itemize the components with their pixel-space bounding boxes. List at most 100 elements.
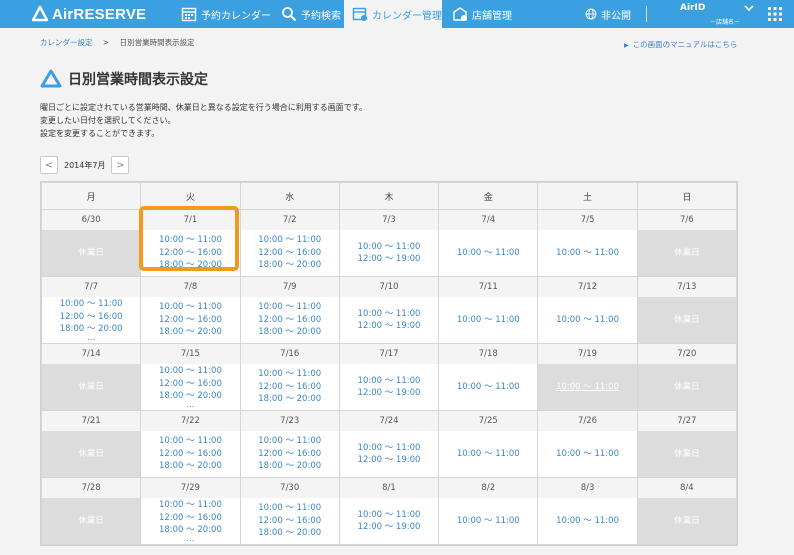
nav-reservation-search[interactable]: 予約検索 bbox=[281, 0, 341, 28]
date-cell[interactable]: 7/18 bbox=[438, 343, 539, 364]
time-slot: 10:00 ～ 11:00 bbox=[456, 515, 520, 526]
date-cell[interactable]: 7/8 bbox=[140, 276, 241, 297]
app-grid-icon[interactable] bbox=[768, 7, 782, 21]
month-navigator: < 2014年7月 > bbox=[40, 156, 130, 174]
business-hours-cell[interactable]: 10:00 ～ 11:00 12:00 ～ 16:00 18:00 ～ 20:00 bbox=[140, 296, 241, 344]
nav-visibility-private[interactable]: 非公開 bbox=[585, 0, 635, 28]
manual-link[interactable]: ▶ この画面のマニュアルはこちら bbox=[624, 39, 737, 50]
business-hours-cell[interactable]: 10:00 ～ 11:00 12:00 ～ 16:00 18:00 ～ 20:00 bbox=[239, 296, 340, 344]
date-cell[interactable]: 7/25 bbox=[438, 410, 539, 431]
date-cell[interactable]: 7/11 bbox=[438, 276, 539, 297]
logo-text: AirRESERVE bbox=[52, 5, 147, 23]
business-hours-cell[interactable]: 10:00 ～ 11:00 bbox=[537, 296, 638, 344]
closed-day-cell[interactable]: 休業日 bbox=[636, 363, 738, 411]
business-hours-cell[interactable]: 10:00 ～ 11:00 bbox=[438, 296, 539, 344]
chevron-down-icon[interactable] bbox=[744, 3, 754, 13]
nav-store-management[interactable]: 店舗管理 bbox=[452, 0, 522, 28]
closed-day-cell[interactable]: 休業日 bbox=[636, 430, 738, 478]
time-slot: 18:00 ～ 20:00 bbox=[258, 259, 322, 270]
prev-month-button[interactable]: < bbox=[40, 156, 58, 174]
business-hours-calendar: 月火水木金土日 6/30 7/1 7/2 7/3 7/4 7/5 7/6 休業日 10:00 ～… bbox=[40, 181, 738, 546]
date-cell[interactable]: 8/1 bbox=[338, 477, 440, 498]
date-cell[interactable]: 7/15 bbox=[140, 343, 241, 364]
nav-label: 店舗管理 bbox=[472, 10, 512, 22]
date-cell[interactable]: 7/7 bbox=[40, 276, 142, 297]
next-month-button[interactable]: > bbox=[111, 156, 130, 174]
date-cell[interactable]: 7/2 bbox=[239, 209, 340, 230]
date-cell[interactable]: 7/29 bbox=[140, 477, 241, 498]
breadcrumb-parent[interactable]: カレンダー設定 bbox=[40, 38, 93, 47]
time-slot: 10:00 ～ 11:00 bbox=[59, 299, 123, 310]
business-hours-cell[interactable]: 10:00 ～ 11:00 12:00 ～ 16:00 18:00 ～ 20:00.… bbox=[140, 497, 241, 545]
business-hours-cell[interactable]: 10:00 ～ 11:00 12:00 ～ 19:00 bbox=[338, 430, 440, 478]
date-cell[interactable]: 7/30 bbox=[239, 477, 340, 498]
date-cell[interactable]: 8/2 bbox=[438, 477, 539, 498]
date-cell[interactable]: 7/13 bbox=[636, 276, 738, 297]
date-cell[interactable]: 7/27 bbox=[636, 410, 738, 431]
date-cell[interactable]: 7/17 bbox=[338, 343, 440, 364]
play-triangle-icon: ▶ bbox=[624, 42, 629, 49]
business-hours-cell[interactable]: 10:00 ～ 11:00 12:00 ～ 16:00 18:00 ～ 20:00 bbox=[140, 229, 241, 277]
business-hours-cell[interactable]: 10:00 ～ 11:00 bbox=[438, 363, 539, 411]
date-cell[interactable]: 8/3 bbox=[537, 477, 638, 498]
business-hours-cell[interactable]: 10:00 ～ 11:00 12:00 ～ 16:00 18:00 ～ 20:00 bbox=[239, 229, 340, 277]
closed-day-cell[interactable]: 休業日 bbox=[636, 497, 738, 545]
date-cell[interactable]: 7/5 bbox=[537, 209, 638, 230]
time-slot: 12:00 ～ 16:00 bbox=[258, 515, 322, 526]
closed-day-cell[interactable]: 休業日 bbox=[40, 497, 142, 545]
date-cell[interactable]: 7/23 bbox=[239, 410, 340, 431]
date-cell[interactable]: 7/21 bbox=[40, 410, 142, 431]
business-hours-cell[interactable]: 10:00 ～ 11:00 bbox=[537, 430, 638, 478]
airreserve-logo[interactable]: AirRESERVE bbox=[32, 5, 146, 23]
date-cell[interactable]: 7/24 bbox=[338, 410, 440, 431]
date-cell[interactable]: 7/19 bbox=[537, 343, 638, 364]
business-hours-cell[interactable]: 10:00 ～ 11:00 12:00 ～ 19:00 bbox=[338, 296, 440, 344]
business-hours-cell[interactable]: 10:00 ～ 11:00 12:00 ～ 16:00 18:00 ～ 20:00 bbox=[239, 497, 340, 545]
business-hours-cell[interactable]: 10:00 ～ 11:00 bbox=[438, 430, 539, 478]
time-slot: 18:00 ～ 20:00 bbox=[158, 259, 222, 270]
business-hours-cell[interactable]: 10:00 ～ 11:00 12:00 ～ 16:00 18:00 ～ 20:00 bbox=[239, 430, 340, 478]
business-hours-cell[interactable]: 10:00 ～ 11:00 12:00 ～ 16:00 18:00 ～ 20:00.… bbox=[40, 296, 142, 344]
business-hours-cell[interactable]: 10:00 ～ 11:00 bbox=[537, 497, 638, 545]
business-hours-cell[interactable]: 10:00 ～ 11:00 12:00 ～ 16:00 18:00 ～ 20:00 bbox=[239, 363, 340, 411]
more-slots-indicator: ... bbox=[186, 534, 195, 545]
nav-calendar-management[interactable]: カレンダー管理 bbox=[344, 0, 442, 28]
date-cell[interactable]: 7/6 bbox=[636, 209, 738, 230]
date-cell[interactable]: 8/4 bbox=[636, 477, 738, 498]
business-hours-cell[interactable]: 10:00 ～ 11:00 12:00 ～ 19:00 bbox=[338, 497, 440, 545]
business-hours-cell[interactable]: 10:00 ～ 11:00 bbox=[537, 229, 638, 277]
closed-day-cell[interactable]: 休業日 bbox=[636, 229, 738, 277]
time-slot: 12:00 ～ 16:00 bbox=[59, 311, 123, 322]
airid-label[interactable]: AirID bbox=[680, 3, 705, 13]
date-cell[interactable]: 6/30 bbox=[40, 209, 142, 230]
business-hours-cell[interactable]: 10:00 ～ 11:00 12:00 ～ 16:00 18:00 ～ 20:00 bbox=[140, 430, 241, 478]
date-cell[interactable]: 7/10 bbox=[338, 276, 440, 297]
nav-reservation-calendar[interactable]: 予約カレンダー bbox=[181, 0, 271, 28]
date-cell[interactable]: 7/1 bbox=[140, 209, 241, 230]
business-hours-cell[interactable]: 10:00 ～ 11:00 bbox=[537, 363, 638, 411]
business-hours-cell[interactable]: 10:00 ～ 11:00 12:00 ～ 16:00 18:00 ～ 20:00.… bbox=[140, 363, 241, 411]
date-row: 7/7 7/8 7/9 7/10 7/11 7/12 7/13 bbox=[40, 276, 738, 297]
date-cell[interactable]: 7/26 bbox=[537, 410, 638, 431]
business-hours-cell[interactable]: 10:00 ～ 11:00 12:00 ～ 19:00 bbox=[338, 229, 440, 277]
time-slot: 10:00 ～ 11:00 bbox=[158, 436, 222, 447]
business-hours-cell[interactable]: 10:00 ～ 11:00 12:00 ～ 19:00 bbox=[338, 363, 440, 411]
date-cell[interactable]: 7/12 bbox=[537, 276, 638, 297]
description-line: 曜日ごとに設定されている営業時間、休業日と異なる設定を行う場合に利用する画面です… bbox=[40, 103, 367, 112]
date-cell[interactable]: 7/9 bbox=[239, 276, 340, 297]
date-cell[interactable]: 7/4 bbox=[438, 209, 539, 230]
business-hours-cell[interactable]: 10:00 ～ 11:00 bbox=[438, 497, 539, 545]
date-cell[interactable]: 7/16 bbox=[239, 343, 340, 364]
closed-day-cell[interactable]: 休業日 bbox=[40, 363, 142, 411]
closed-day-cell[interactable]: 休業日 bbox=[636, 296, 738, 344]
date-cell[interactable]: 7/3 bbox=[338, 209, 440, 230]
date-cell[interactable]: 7/20 bbox=[636, 343, 738, 364]
date-cell[interactable]: 7/28 bbox=[40, 477, 142, 498]
closed-day-cell[interactable]: 休業日 bbox=[40, 229, 142, 277]
time-slot: 10:00 ～ 11:00 bbox=[357, 509, 421, 520]
time-slot: 12:00 ～ 16:00 bbox=[158, 247, 222, 258]
date-cell[interactable]: 7/14 bbox=[40, 343, 142, 364]
business-hours-cell[interactable]: 10:00 ～ 11:00 bbox=[438, 229, 539, 277]
closed-day-cell[interactable]: 休業日 bbox=[40, 430, 142, 478]
date-cell[interactable]: 7/22 bbox=[140, 410, 241, 431]
